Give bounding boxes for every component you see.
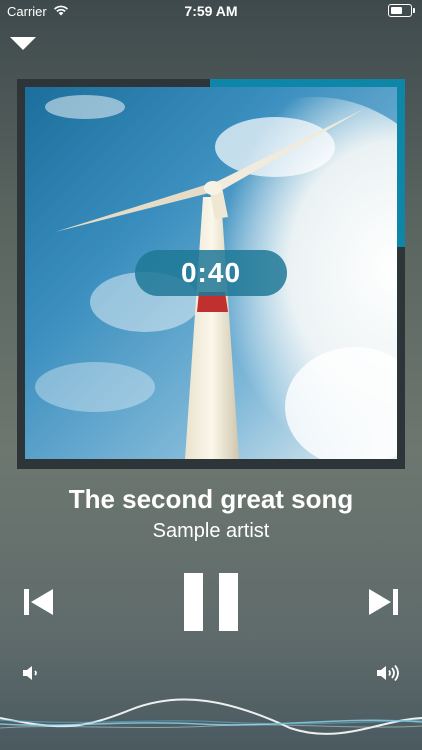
clock: 7:59 AM — [184, 3, 238, 19]
previous-button[interactable] — [24, 589, 54, 620]
elapsed-time-badge: 0:40 — [135, 250, 287, 296]
song-title: The second great song — [68, 484, 354, 514]
status-bar: Carrier 7:59 AM — [0, 0, 422, 22]
artist-name: Sample artist — [152, 520, 270, 542]
volume-down-button[interactable] — [23, 665, 43, 686]
audio-waveform — [0, 698, 422, 735]
pause-button[interactable] — [184, 573, 238, 636]
volume-high-icon — [377, 664, 399, 682]
volume-up-button[interactable] — [377, 664, 403, 687]
skip-previous-icon — [24, 589, 53, 615]
next-button[interactable] — [368, 589, 398, 620]
skip-next-icon — [369, 589, 398, 615]
pause-icon — [184, 573, 238, 631]
dismiss-button[interactable] — [10, 37, 36, 56]
chevron-down-icon — [10, 37, 36, 50]
battery-icon — [388, 4, 415, 17]
volume-low-icon — [23, 666, 37, 680]
